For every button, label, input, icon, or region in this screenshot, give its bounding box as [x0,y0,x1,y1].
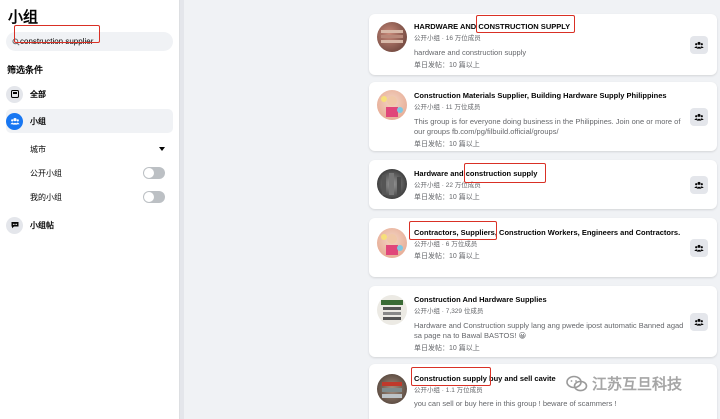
group-card[interactable]: HARDWARE AND CONSTRUCTION SUPPLY 公开小组 · … [369,14,717,75]
group-avatar [377,374,407,404]
people-icon [694,318,704,326]
groups-icon [6,112,23,130]
my-groups-label: 我的小组 [30,192,62,202]
group-card[interactable]: Contractors, Suppliers, Construction Wor… [369,218,717,277]
search-input[interactable] [20,34,160,49]
people-icon [694,244,704,252]
watermark: 江苏互旦科技 [566,373,682,394]
group-description: you can sell or buy here in this group !… [414,399,617,408]
group-title[interactable]: Construction And Hardware Supplies [414,295,687,305]
nav-item-group-posts-label: 小组帖 [30,220,54,230]
group-avatar [377,228,407,258]
group-meta: 公开小组 · 16 万位成员 [414,35,481,42]
watermark-text: 江苏互旦科技 [592,376,683,393]
sidebar-scroll-rail [180,0,184,419]
search-icon [12,37,20,46]
all-results-icon [6,85,23,103]
group-card[interactable]: Construction And Hardware Supplies 公开小组 … [369,286,717,357]
group-description: Hardware and Construction supply lang an… [414,321,684,340]
join-group-button[interactable] [690,108,708,126]
public-groups-filter[interactable]: 公开小组 [6,161,173,185]
public-groups-toggle[interactable] [143,167,165,179]
group-post-frequency: 单日发帖：10 篇以上 [414,141,480,148]
group-avatar [377,22,407,52]
sidebar: 小组 筛选条件 全部 小组 城市 公开小组 我的小组 小组帖 [0,0,180,419]
group-title-highlight: Contractors, Suppliers [414,228,495,237]
people-icon [694,41,704,49]
group-card[interactable]: Hardware and construction supply 公开小组 · … [369,160,717,209]
group-avatar [377,169,407,199]
nav-item-all-label: 全部 [30,89,46,99]
wechat-logo-icon [566,375,588,391]
people-icon [694,181,704,189]
group-meta: 公开小组 · 7,329 位成员 [414,308,484,315]
group-meta: 公开小组 · 6 万位成员 [414,241,478,248]
city-filter-label: 城市 [30,144,46,154]
search-box[interactable] [6,32,173,51]
group-title-highlight: construction supply [465,169,538,178]
join-group-button[interactable] [690,313,708,331]
group-title[interactable]: Construction Materials Supplier, Buildin… [414,91,687,101]
group-title-text: , Construction Workers, Engineers and Co… [494,228,681,237]
group-post-frequency: 单日发帖：10 篇以上 [414,62,480,69]
group-title-text: HARDWARE AND [414,22,479,31]
group-description: This group is for everyone doing busines… [414,117,681,136]
group-post-frequency: 单日发帖：10 篇以上 [414,345,480,352]
group-posts-icon [6,216,23,234]
group-description: hardware and construction supply [414,48,527,57]
group-meta: 公开小组 · 11 万位成员 [414,104,481,111]
nav-item-groups-label: 小组 [30,116,46,126]
group-title[interactable]: Contractors, Suppliers, Construction Wor… [414,228,687,238]
group-title[interactable]: HARDWARE AND CONSTRUCTION SUPPLY [414,22,687,32]
nav-item-group-posts[interactable]: 小组帖 [6,213,173,237]
my-groups-filter[interactable]: 我的小组 [6,185,173,209]
group-meta: 公开小组 · 22 万位成员 [414,182,481,189]
page-title: 小组 [8,9,39,26]
nav-item-all[interactable]: 全部 [6,82,173,106]
group-card[interactable]: Construction Materials Supplier, Buildin… [369,82,717,151]
group-avatar [377,295,407,325]
join-group-button[interactable] [690,239,708,257]
people-icon [694,113,704,121]
group-post-frequency: 单日发帖：10 篇以上 [414,253,480,260]
group-avatar [377,90,407,120]
group-title[interactable]: Hardware and construction supply [414,169,687,179]
filters-title: 筛选条件 [7,65,44,75]
group-title-highlight: Construction supply [414,374,487,383]
group-title-highlight: CONSTRUCTION SUPPLY [478,22,571,31]
group-title-text: Hardware and [414,169,466,178]
chevron-down-icon [159,147,165,151]
my-groups-toggle[interactable] [143,191,165,203]
group-title-text: buy and sell cavite [486,374,556,383]
city-filter[interactable]: 城市 [6,137,173,161]
join-group-button[interactable] [690,176,708,194]
join-group-button[interactable] [690,36,708,54]
group-post-frequency: 单日发帖：10 篇以上 [414,194,480,201]
nav-item-groups[interactable]: 小组 [6,109,173,133]
public-groups-label: 公开小组 [30,168,62,178]
